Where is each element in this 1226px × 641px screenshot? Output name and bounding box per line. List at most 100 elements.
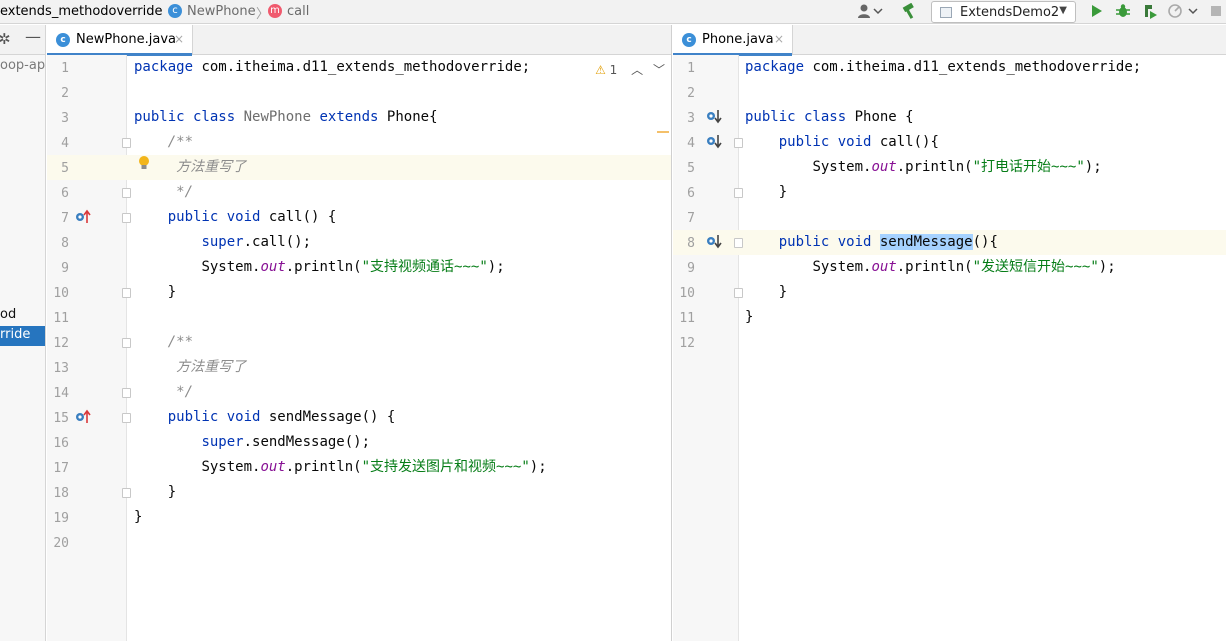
minimize-icon[interactable]: — xyxy=(25,27,41,46)
code-token: public void xyxy=(167,209,261,225)
overrides-method-icon[interactable] xyxy=(75,208,93,226)
fold-marker[interactable] xyxy=(122,288,131,298)
code-line: System.out.println("发送短信开始~~~"); xyxy=(745,255,1116,280)
hammer-icon[interactable] xyxy=(899,2,919,21)
warning-stripe-marker[interactable] xyxy=(657,131,669,133)
code-token: ); xyxy=(1084,159,1102,175)
overridden-method-icon[interactable] xyxy=(706,233,724,251)
code-token: } xyxy=(134,284,177,300)
code-token: sendMessage() { xyxy=(268,409,396,425)
breadcrumb-class[interactable]: NewPhone xyxy=(187,4,256,19)
code-token: (){ xyxy=(972,234,998,250)
code-line: super.call(); xyxy=(134,230,311,255)
line-number: 14 xyxy=(53,386,69,401)
chevron-down-icon: ▼ xyxy=(1059,5,1067,16)
line-number: 15 xyxy=(53,411,69,426)
fold-marker[interactable] xyxy=(122,488,131,498)
project-tool-window: ✲ — oop-app od rride xyxy=(0,25,46,641)
code-token: .sendMessage(); xyxy=(243,434,371,450)
breadcrumb-separator: 〉 xyxy=(256,7,270,22)
code-token: } xyxy=(134,484,177,500)
editor-pane-phone: c Phone.java × 1 2 3 4 5 6 7 8 9 10 11 12 package c… xyxy=(673,25,1226,641)
code-token: "发送短信开始~~~" xyxy=(972,259,1099,275)
project-tree-item-selected[interactable]: rride xyxy=(0,326,45,346)
code-line: /** xyxy=(134,130,193,155)
code-token: com.itheima.d11_extends_methodoverride; xyxy=(201,59,531,75)
line-number: 3 xyxy=(61,111,69,126)
code-line: public void call() { xyxy=(134,205,337,230)
breadcrumb-package[interactable]: extends_methodoverride xyxy=(0,4,163,19)
line-number: 5 xyxy=(61,161,69,176)
line-number: 1 xyxy=(687,61,695,76)
line-number: 9 xyxy=(61,261,69,276)
user-icon[interactable] xyxy=(855,3,885,21)
line-number: 3 xyxy=(687,111,695,126)
stop-icon[interactable] xyxy=(1208,3,1224,21)
java-class-icon: c xyxy=(682,33,696,47)
tab-newphone-java[interactable]: c NewPhone.java × xyxy=(47,25,193,56)
inspection-widget[interactable]: ⚠ 1 ︿ ﹀ xyxy=(595,61,665,79)
code-token: ); xyxy=(1098,259,1116,275)
code-token: public class xyxy=(134,109,236,125)
code-token: "支持视频通话~~~" xyxy=(361,259,488,275)
line-number: 20 xyxy=(53,536,69,551)
fold-marker[interactable] xyxy=(122,338,131,348)
tab-phone-java[interactable]: c Phone.java × xyxy=(673,25,793,56)
code-token: .println( xyxy=(285,259,362,275)
code-area[interactable]: package com.itheima.d11_extends_methodov… xyxy=(134,55,654,641)
breadcrumb-method[interactable]: call xyxy=(287,4,309,19)
line-number: 6 xyxy=(687,186,695,201)
code-line: System.out.println("支持视频通话~~~"); xyxy=(134,255,504,280)
code-token: public void xyxy=(778,234,872,250)
debug-icon[interactable] xyxy=(1113,3,1133,21)
fold-marker[interactable] xyxy=(122,188,131,198)
code-token: "打电话开始~~~" xyxy=(972,159,1085,175)
fold-marker[interactable] xyxy=(734,138,743,148)
line-number: 8 xyxy=(687,236,695,251)
code-line: System.out.println("打电话开始~~~"); xyxy=(745,155,1102,180)
line-number: 4 xyxy=(61,136,69,151)
line-number: 1 xyxy=(61,61,69,76)
fold-marker[interactable] xyxy=(734,238,743,248)
line-number: 9 xyxy=(687,261,695,276)
project-tree-item[interactable]: oop-app xyxy=(0,58,45,73)
coverage-icon[interactable] xyxy=(1140,3,1160,21)
close-icon[interactable]: × xyxy=(174,32,184,46)
code-token: } xyxy=(745,184,788,200)
profile-icon[interactable] xyxy=(1166,3,1200,21)
code-token: public void xyxy=(167,409,261,425)
code-token: } xyxy=(745,309,754,325)
fold-marker[interactable] xyxy=(122,213,131,223)
code-token: } xyxy=(134,509,143,525)
project-tree-item[interactable]: od xyxy=(0,307,16,322)
run-icon[interactable] xyxy=(1088,3,1106,21)
run-configuration-select[interactable]: ExtendsDemo2 ▼ xyxy=(931,1,1076,23)
run-configuration-label: ExtendsDemo2 xyxy=(960,5,1060,20)
code-line: System.out.println("支持发送图片和视频~~~"); xyxy=(134,455,546,480)
fold-marker[interactable] xyxy=(122,413,131,423)
overrides-method-icon[interactable] xyxy=(75,408,93,426)
editor-pane-newphone: c NewPhone.java × 1 2 3 4 5 6 7 8 9 10 11 12 13 14 15 1… xyxy=(47,25,672,641)
code-line: public class NewPhone extends Phone{ xyxy=(134,105,438,130)
fold-marker[interactable] xyxy=(734,188,743,198)
chevron-down-icon[interactable]: ﹀ xyxy=(653,63,665,77)
overridden-method-icon[interactable] xyxy=(706,133,724,151)
gear-icon[interactable]: ✲ xyxy=(0,30,11,48)
overridden-method-icon[interactable] xyxy=(706,108,724,126)
chevron-up-icon[interactable]: ︿ xyxy=(631,63,643,77)
code-token: .println( xyxy=(285,459,362,475)
code-token: .println( xyxy=(896,259,973,275)
fold-marker[interactable] xyxy=(122,138,131,148)
close-icon[interactable]: × xyxy=(774,32,784,46)
code-token: out xyxy=(871,259,897,275)
code-token: 方法重写了 xyxy=(134,359,247,375)
code-area[interactable]: package com.itheima.d11_extends_methodov… xyxy=(745,55,1215,641)
code-line: public class Phone { xyxy=(745,105,914,130)
run-config-icon xyxy=(940,7,952,18)
code-line: } xyxy=(134,280,176,305)
code-token: "支持发送图片和视频~~~" xyxy=(361,459,530,475)
class-icon: c xyxy=(168,4,182,18)
code-token: NewPhone xyxy=(243,109,312,125)
fold-marker[interactable] xyxy=(734,288,743,298)
fold-marker[interactable] xyxy=(122,388,131,398)
